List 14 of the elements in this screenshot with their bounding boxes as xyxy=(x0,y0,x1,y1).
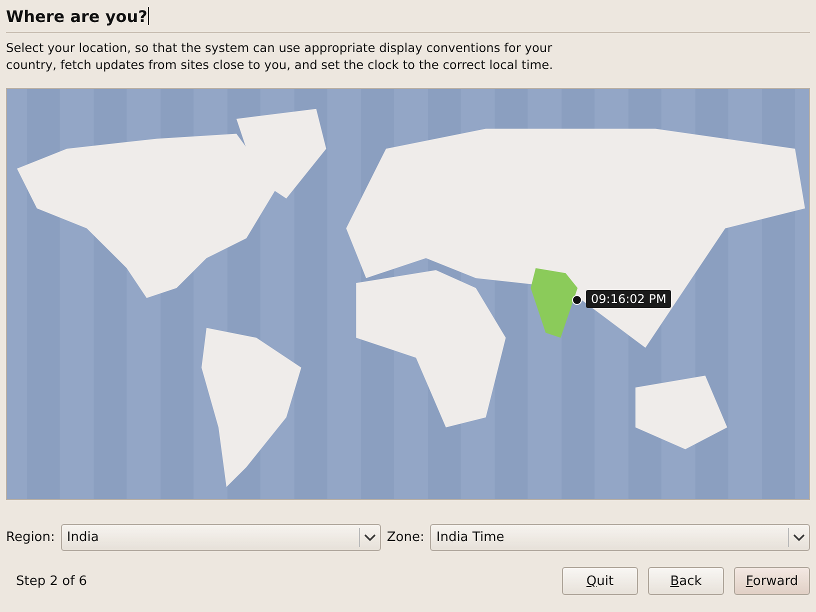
zone-dropdown[interactable]: India Time xyxy=(430,524,810,551)
text-cursor xyxy=(148,7,150,25)
zone-label: Zone: xyxy=(386,530,424,545)
quit-button[interactable]: Quit xyxy=(562,567,638,595)
time-tooltip: 09:16:02 PM xyxy=(586,290,672,308)
region-dropdown[interactable]: India xyxy=(60,524,381,551)
forward-button[interactable]: Forward xyxy=(734,567,810,595)
chevron-down-icon xyxy=(364,534,376,542)
description-text: Select your location, so that the system can use appropriate display conventions for your country, fetch updates from sites close to you, and set the clock to the correct local time. xyxy=(6,40,554,74)
step-indicator: Step 2 of 6 xyxy=(16,574,88,588)
back-button[interactable]: Back xyxy=(648,567,724,595)
chevron-down-icon xyxy=(793,534,805,542)
region-label: Region: xyxy=(6,530,55,545)
page-title: Where are you? xyxy=(6,6,148,26)
